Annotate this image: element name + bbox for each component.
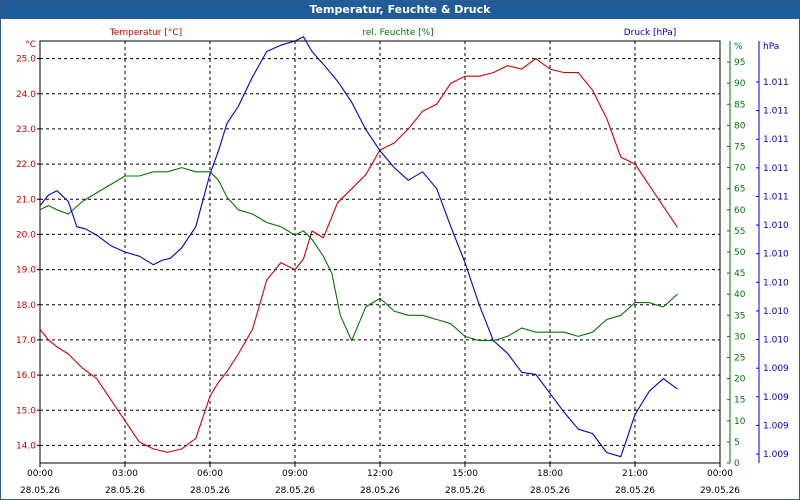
pressure-axis-title: Druck [hPa] (624, 28, 677, 38)
x-tick-label-time: 03:00 (112, 469, 138, 479)
temperature-tick-label: 25.0 (16, 55, 36, 65)
pressure-tick-label: 1.009 (763, 450, 789, 460)
x-tick-label-date: 28.05.26 (360, 486, 400, 496)
temperature-tick-label: 17.0 (16, 336, 36, 346)
pressure-tick-label: 1.010 (763, 307, 789, 317)
pressure-tick-label: 1.010 (763, 250, 789, 260)
pressure-tick-label: 1.011 (763, 107, 789, 117)
humidity-tick-label: 40 (734, 290, 746, 300)
temperature-tick-label: 21.0 (16, 195, 36, 205)
pressure-tick-label: 1.010 (763, 336, 789, 346)
grid (39, 40, 721, 464)
pressure-tick-label: 1.011 (763, 192, 789, 202)
temperature-tick-label: 20.0 (16, 230, 36, 240)
humidity-tick-label: 5 (734, 438, 740, 448)
pressure-tick-label: 1.011 (763, 78, 789, 88)
temperature-axis-title: Temperatur [°C] (109, 28, 182, 38)
x-tick-label-date: 28.05.26 (445, 486, 485, 496)
humidity-tick-label: 50 (734, 248, 746, 258)
humidity-tick-label: 35 (734, 311, 745, 321)
humidity-tick-label: 20 (734, 375, 746, 385)
pressure-tick-label: 1.009 (763, 393, 789, 403)
humidity-series-line (39, 167, 678, 342)
x-tick-label-time: 15:00 (452, 469, 478, 479)
pressure-tick-label: 1.010 (763, 221, 789, 231)
humidity-tick-label: 15 (734, 396, 745, 406)
humidity-tick-label: 25 (734, 354, 745, 364)
temperature-unit-label: °C (25, 40, 36, 50)
x-tick-label-time: 00:00 (27, 469, 53, 479)
x-tick-label-time: 21:00 (622, 469, 648, 479)
humidity-tick-label: 85 (734, 100, 745, 110)
temperature-tick-label: 23.0 (16, 125, 36, 135)
chart-canvas: 00:00 28.05.26 03:00 28.05.26 06:00 28.05.26 0… (16, 28, 789, 496)
x-tick-label-time: 09:00 (282, 469, 308, 479)
temperature-tick-label: 19.0 (16, 266, 36, 276)
temperature-tick-label: 15.0 (16, 406, 36, 416)
x-tick-label-time: 12:00 (367, 469, 393, 479)
humidity-tick-label: 95 (734, 58, 745, 68)
temperature-tick-label: 22.0 (16, 160, 36, 170)
humidity-tick-label: 90 (734, 79, 746, 89)
x-tick-label-date: 28.05.26 (105, 486, 145, 496)
temperature-tick-label: 24.0 (16, 90, 36, 100)
humidity-unit-label: % (734, 42, 743, 52)
x-tick-label-date: 28.05.26 (20, 486, 60, 496)
pressure-tick-label: 1.011 (763, 135, 789, 145)
pressure-series-line (39, 36, 678, 458)
humidity-tick-label: 65 (734, 185, 745, 195)
pressure-tick-label: 1.010 (763, 278, 789, 288)
temperature-tick-label: 18.0 (16, 301, 36, 311)
axes: 00:00 28.05.26 03:00 28.05.26 06:00 28.05.26 0… (16, 28, 789, 496)
humidity-tick-label: 0 (734, 459, 740, 469)
x-tick-label-time: 00:00 (707, 469, 733, 479)
humidity-tick-label: 75 (734, 143, 745, 153)
plot-series (39, 36, 678, 458)
humidity-tick-label: 55 (734, 227, 745, 237)
humidity-tick-label: 80 (734, 121, 746, 131)
humidity-tick-label: 45 (734, 269, 745, 279)
temperature-tick-label: 14.0 (16, 441, 36, 451)
x-tick-label-date: 28.05.26 (530, 486, 570, 496)
pressure-tick-label: 1.009 (763, 364, 789, 374)
temperature-tick-label: 16.0 (16, 371, 36, 381)
x-tick-label-time: 18:00 (537, 469, 563, 479)
humidity-tick-label: 30 (734, 332, 746, 342)
humidity-tick-label: 70 (734, 164, 746, 174)
pressure-unit-label: hPa (763, 42, 779, 52)
x-tick-label-date: 29.05.26 (700, 486, 740, 496)
humidity-tick-label: 60 (734, 206, 746, 216)
x-tick-label-date: 28.05.26 (275, 486, 315, 496)
x-tick-label-time: 06:00 (197, 469, 223, 479)
x-tick-label-date: 28.05.26 (615, 486, 655, 496)
humidity-tick-label: 10 (734, 417, 746, 427)
humidity-axis-title: rel. Feuchte [%] (362, 28, 433, 38)
pressure-tick-label: 1.009 (763, 421, 789, 431)
pressure-tick-label: 1.011 (763, 164, 789, 174)
chart-window: Temperatur, Feuchte & Druck 00:00 28.05.2… (0, 0, 800, 500)
x-tick-label-date: 28.05.26 (190, 486, 230, 496)
